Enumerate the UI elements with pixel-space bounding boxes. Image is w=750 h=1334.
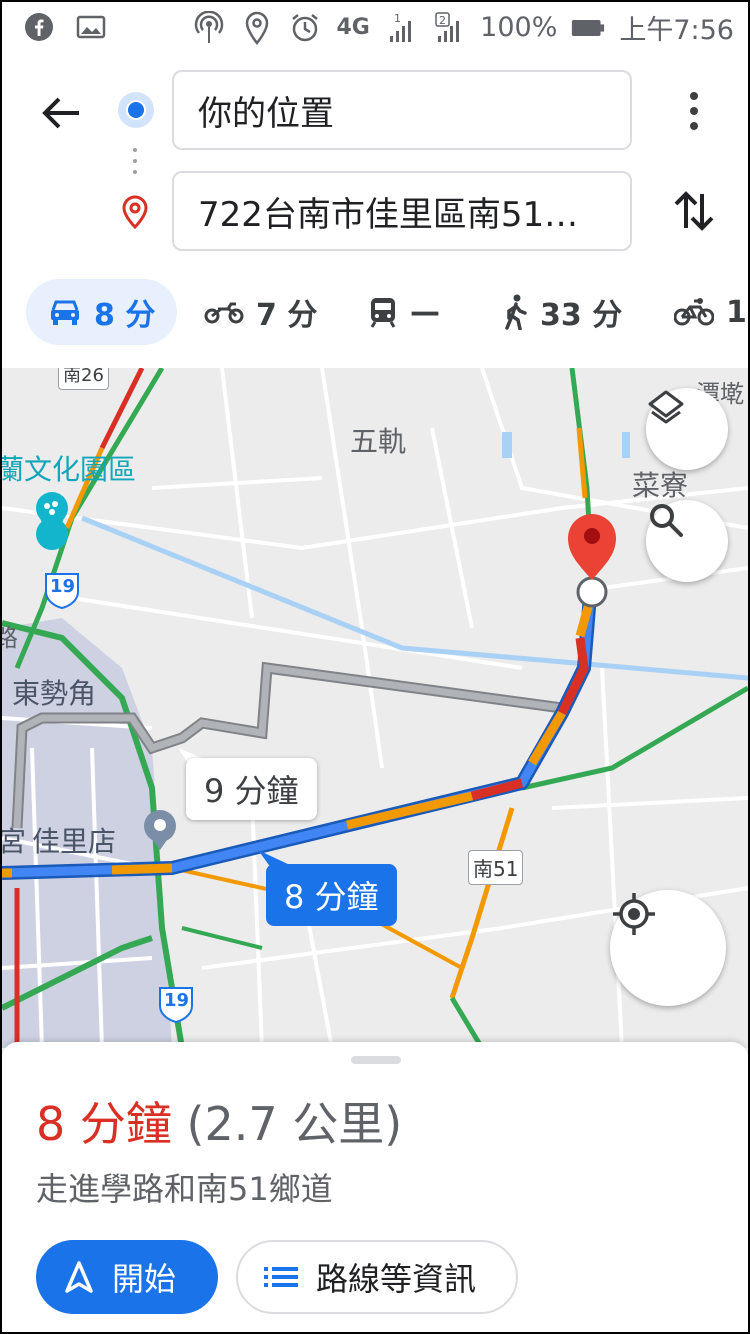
alt-route-time-bubble[interactable]: 9 分鐘 bbox=[186, 758, 317, 820]
tab-walking[interactable]: 33 分 bbox=[502, 279, 622, 345]
tab-walking-label: 33 分 bbox=[540, 298, 623, 333]
tab-motorcycle-label: 7 分 bbox=[256, 298, 318, 333]
map-label-lu: 路 bbox=[2, 618, 18, 653]
tab-transit-label: — bbox=[410, 294, 440, 330]
route-via: 走進學路和南51鄉道 bbox=[36, 1170, 333, 1208]
route-19-shield-top: 19 bbox=[50, 576, 76, 597]
nan51-shield: 南51 bbox=[468, 850, 524, 885]
layers-button[interactable] bbox=[646, 388, 728, 470]
start-navigation-button[interactable]: 開始 bbox=[36, 1240, 218, 1314]
transit-icon bbox=[370, 298, 396, 328]
tab-cycling-label: 10 bbox=[726, 294, 748, 330]
svg-text:2: 2 bbox=[439, 14, 446, 27]
map-label-culture-park: 蘭文化園區 bbox=[2, 453, 137, 486]
search-icon bbox=[650, 504, 683, 537]
tab-motorcycle[interactable]: 7 分 bbox=[204, 279, 317, 345]
route-details-label: 路線等資訊 bbox=[316, 1260, 477, 1298]
location-icon bbox=[240, 11, 274, 45]
signal-sim2-icon: 2 bbox=[432, 11, 466, 45]
car-icon bbox=[51, 300, 79, 325]
route-duration: 8 分鐘 bbox=[36, 1097, 172, 1151]
tab-cycling[interactable]: 10 bbox=[674, 279, 748, 345]
crosshair-icon bbox=[613, 893, 655, 935]
layers-icon bbox=[648, 390, 684, 424]
status-bar: 4G 1 2 100% 上午7:56 bbox=[2, 2, 748, 52]
map-label-dongshijiao: 東勢角 bbox=[12, 677, 97, 710]
hotspot-icon bbox=[192, 10, 226, 45]
battery-percent: 100% bbox=[480, 12, 558, 43]
map-label-wujun: 五軌 bbox=[350, 425, 407, 458]
route-shield-top: 南26 bbox=[58, 368, 109, 390]
back-button[interactable] bbox=[38, 90, 84, 136]
signal-sim1-icon: 1 bbox=[384, 11, 418, 45]
drag-handle[interactable] bbox=[351, 1056, 401, 1064]
more-options-button[interactable] bbox=[674, 88, 714, 134]
start-navigation-label: 開始 bbox=[112, 1260, 177, 1298]
tab-transit[interactable]: — bbox=[368, 279, 440, 345]
sim1-label: 1 bbox=[394, 12, 401, 25]
my-location-button[interactable] bbox=[610, 890, 726, 1006]
origin-dot-icon bbox=[118, 92, 154, 128]
origin-field[interactable]: 你的位置 bbox=[172, 70, 632, 150]
tab-driving[interactable]: 8 分 bbox=[26, 279, 178, 345]
map-view[interactable]: 南26 19 19 南51 五軌 蘭文化園區 東勢角 宮 佳里店 菜寮 潭墘 路… bbox=[2, 368, 748, 1048]
map-label-jiali-store: 佳里店 bbox=[32, 825, 117, 858]
search-along-route-button[interactable] bbox=[646, 500, 728, 582]
motorcycle-icon bbox=[204, 302, 244, 324]
alarm-icon bbox=[288, 11, 322, 45]
facebook-icon bbox=[22, 10, 56, 44]
route-dots-icon bbox=[133, 148, 137, 174]
image-icon bbox=[74, 10, 108, 44]
destination-pin-icon bbox=[122, 195, 148, 229]
main-route-time-bubble[interactable]: 8 分鐘 bbox=[266, 864, 397, 926]
map-label-store-prefix: 宮 bbox=[2, 820, 26, 860]
map-label-caiqiao: 菜寮 bbox=[632, 469, 689, 502]
bike-icon bbox=[674, 298, 714, 326]
walk-icon bbox=[505, 294, 527, 330]
swap-directions-button[interactable] bbox=[672, 188, 716, 234]
route-duration-line: 8 分鐘 (2.7 公里) bbox=[36, 1088, 402, 1154]
destination-field[interactable]: 722台南市佳里區南51… bbox=[172, 171, 632, 251]
list-icon bbox=[264, 1267, 298, 1287]
travel-mode-tabs: 8 分 7 分 — 33 分 10 bbox=[2, 272, 748, 352]
network-4g-icon: 4G bbox=[336, 15, 370, 40]
navigation-arrow-icon bbox=[65, 1261, 93, 1293]
route-19-shield-bottom: 19 bbox=[164, 990, 190, 1011]
arrow-left-icon bbox=[42, 97, 79, 129]
route-details-button[interactable]: 路線等資訊 bbox=[236, 1240, 518, 1314]
clock: 上午7:56 bbox=[619, 15, 734, 46]
app-frame: 4G 1 2 100% 上午7:56 你的位置 722台南市佳里區南51… 8 … bbox=[0, 0, 750, 1334]
tab-driving-label: 8 分 bbox=[94, 298, 156, 333]
route-distance: (2.7 公里) bbox=[186, 1097, 403, 1151]
battery-icon bbox=[571, 11, 605, 45]
route-summary-sheet[interactable]: 8 分鐘 (2.7 公里) 走進學路和南51鄉道 開始 路線等資訊 bbox=[2, 1042, 748, 1332]
